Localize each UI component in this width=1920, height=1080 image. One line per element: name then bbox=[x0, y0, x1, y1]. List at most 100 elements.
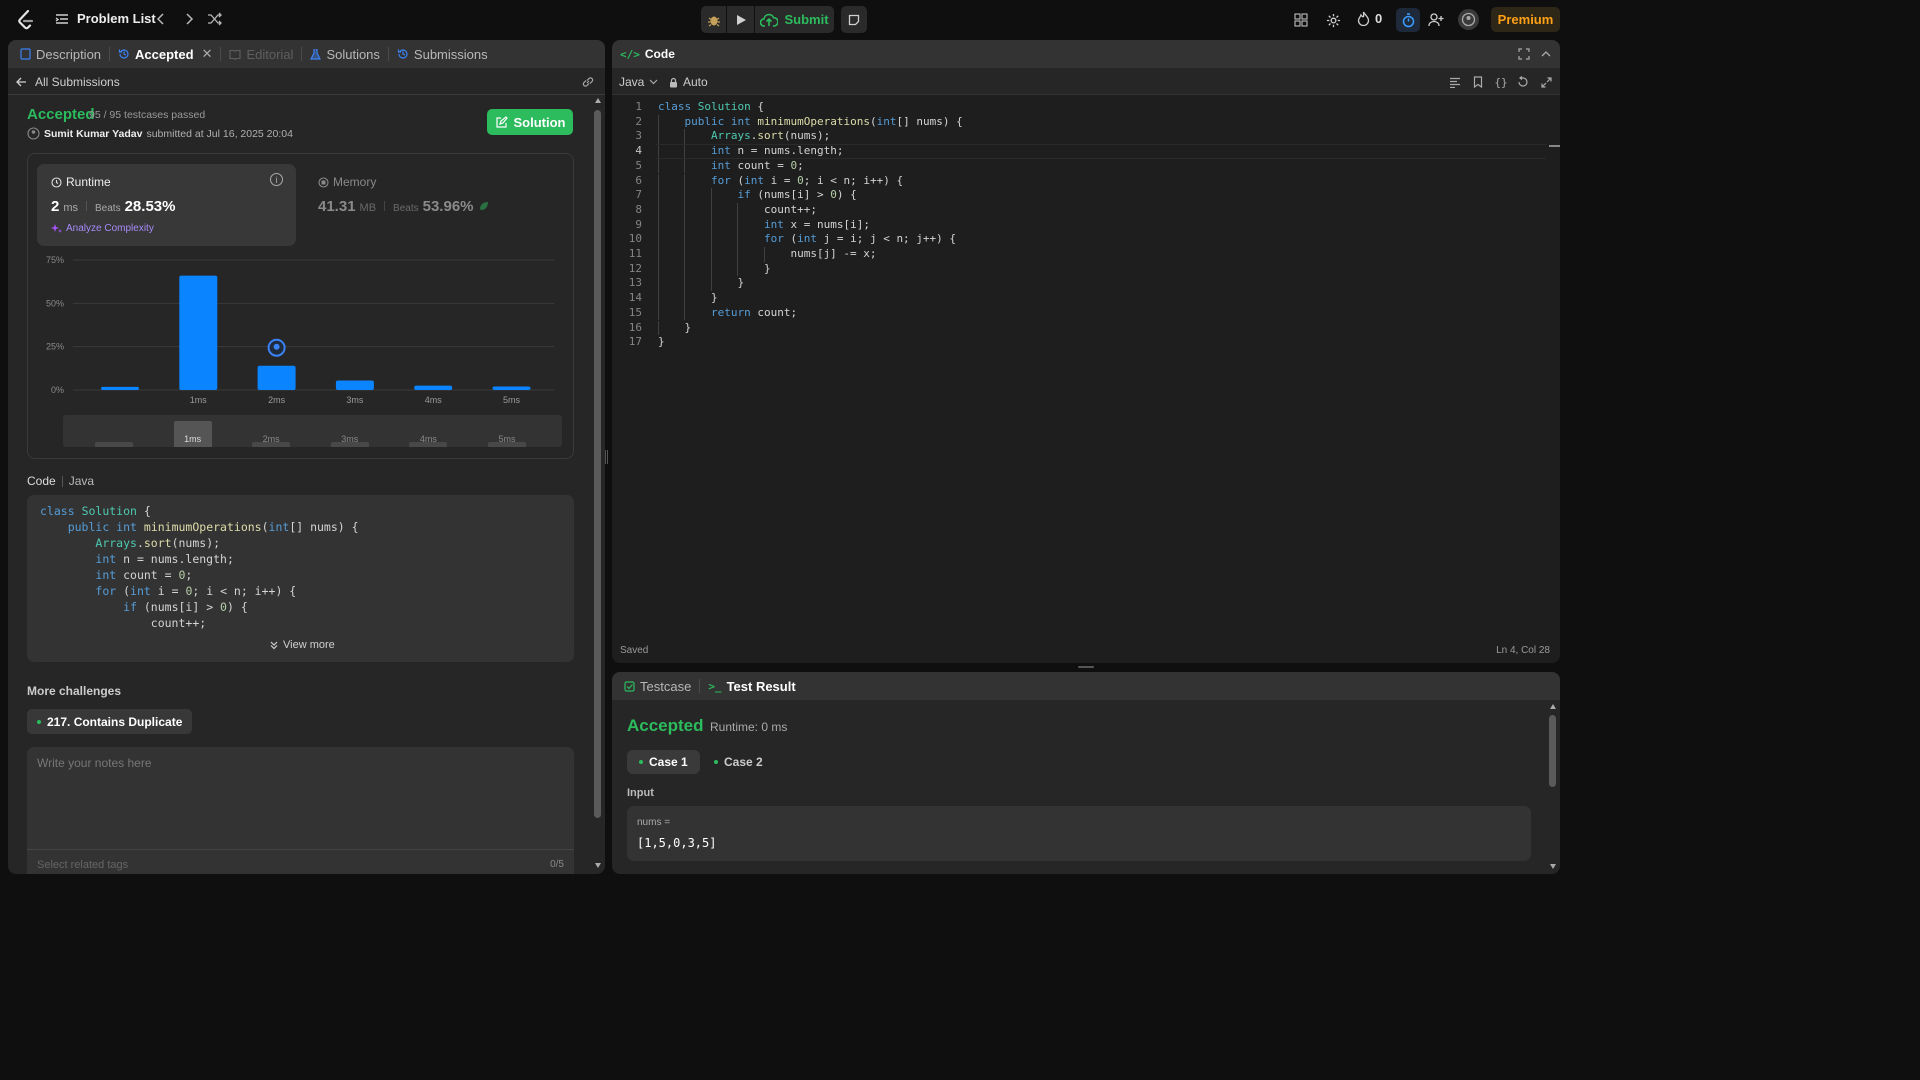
indent-guide bbox=[710, 217, 712, 233]
indent-guide bbox=[710, 276, 712, 292]
indent-guide bbox=[658, 247, 659, 262]
code-line[interactable]: } bbox=[658, 262, 771, 275]
case-tab-1[interactable]: Case 1 bbox=[627, 750, 700, 774]
tab-submissions[interactable]: Submissions bbox=[389, 47, 496, 62]
info-icon[interactable]: i bbox=[270, 173, 283, 186]
tab-accepted[interactable]: Accepted ✕ bbox=[110, 46, 220, 62]
runtime-card[interactable]: Runtime i 2 ms Beats 28.53% Analyze Comp… bbox=[37, 164, 296, 246]
expand-icon[interactable] bbox=[1539, 75, 1553, 89]
tags-select[interactable]: Select related tags bbox=[37, 859, 128, 871]
memory-stats: 41.31 MB Beats 53.96% bbox=[318, 198, 489, 215]
settings-gear-icon[interactable] bbox=[1324, 11, 1342, 29]
notes-button[interactable] bbox=[841, 6, 867, 33]
code-line[interactable]: int n = nums.length; bbox=[658, 144, 843, 157]
code-line[interactable]: public int minimumOperations(int[] nums)… bbox=[658, 115, 963, 128]
share-link-icon[interactable] bbox=[580, 74, 596, 90]
timer-button[interactable] bbox=[1396, 8, 1420, 32]
leetcode-logo-icon[interactable] bbox=[16, 10, 36, 30]
tab-testcase[interactable]: Testcase bbox=[616, 679, 699, 694]
chart-bar[interactable] bbox=[335, 380, 374, 390]
panel-resize-handle[interactable] bbox=[605, 450, 608, 464]
scrollbar-thumb[interactable] bbox=[594, 110, 601, 818]
chart-navigator[interactable]: 1ms 2ms 3ms 4ms 5ms bbox=[63, 415, 562, 447]
runtime-beats-label: Beats bbox=[95, 203, 121, 214]
notes-box[interactable]: Write your notes here Select related tag… bbox=[27, 747, 574, 874]
problem-list-button[interactable]: Problem List bbox=[55, 11, 156, 26]
memory-card[interactable]: Memory 41.31 MB Beats 53.96% bbox=[308, 164, 567, 246]
code-line[interactable]: nums[j] -= x; bbox=[658, 247, 876, 260]
tab-solutions[interactable]: Solutions bbox=[302, 47, 387, 62]
code-line[interactable]: int x = nums[i]; bbox=[658, 218, 870, 231]
code-line[interactable]: if (nums[i] > 0) { bbox=[658, 188, 856, 201]
scroll-up-arrow[interactable] bbox=[595, 98, 601, 103]
code-area[interactable]: 1 class Solution {2 public int minimumOpe… bbox=[612, 100, 1552, 640]
result-scrollbar[interactable] bbox=[1549, 704, 1557, 869]
tab-test-result[interactable]: >_ Test Result bbox=[700, 679, 803, 694]
chevron-right-icon[interactable] bbox=[181, 11, 197, 27]
chevron-left-icon[interactable] bbox=[153, 11, 169, 27]
your-submission-marker[interactable] bbox=[267, 338, 286, 357]
test-tab-bar: Testcase >_ Test Result bbox=[612, 672, 1560, 700]
case-tab-1-label: Case 1 bbox=[649, 755, 688, 769]
code-line[interactable]: for (int i = 0; i < n; i++) { bbox=[658, 174, 903, 187]
code-line[interactable]: return count; bbox=[658, 306, 797, 319]
challenge-chip[interactable]: 217. Contains Duplicate bbox=[27, 709, 193, 734]
all-submissions-link[interactable]: All Submissions bbox=[16, 75, 120, 89]
add-friend-icon[interactable] bbox=[1426, 11, 1446, 29]
left-tab-bar: Description Accepted ✕ Editorial Solutio… bbox=[8, 40, 605, 68]
runtime-unit: ms bbox=[63, 202, 79, 214]
bookmark-icon[interactable] bbox=[1471, 75, 1485, 89]
braces-icon[interactable]: {} bbox=[1494, 75, 1508, 89]
format-lines-icon[interactable] bbox=[1448, 75, 1462, 89]
reset-icon[interactable] bbox=[1516, 75, 1530, 89]
chart-bar[interactable] bbox=[101, 386, 139, 390]
avatar[interactable] bbox=[1458, 9, 1479, 30]
collapse-icon[interactable] bbox=[1539, 47, 1553, 61]
chart-bar[interactable] bbox=[414, 385, 453, 390]
indent-guide bbox=[684, 305, 686, 321]
code-line[interactable]: } bbox=[658, 276, 744, 289]
scroll-down-arrow[interactable] bbox=[1550, 864, 1556, 869]
editor-toolbar: Java Auto {} bbox=[612, 68, 1560, 95]
tab-editorial[interactable]: Editorial bbox=[221, 47, 301, 62]
shuffle-icon[interactable] bbox=[206, 11, 224, 27]
code-line[interactable]: for (int j = i; j < n; j++) { bbox=[658, 232, 956, 245]
flask-icon bbox=[310, 49, 322, 60]
layout-grid-icon[interactable] bbox=[1292, 11, 1310, 29]
scroll-up-arrow[interactable] bbox=[1550, 704, 1556, 709]
premium-button[interactable]: Premium bbox=[1491, 7, 1560, 32]
analyze-complexity-link[interactable]: Analyze Complexity bbox=[51, 223, 154, 234]
line-number: 5 bbox=[635, 158, 642, 172]
auto-mode-toggle[interactable]: Auto bbox=[669, 75, 708, 89]
case-tab-2[interactable]: Case 2 bbox=[704, 750, 773, 774]
code-line[interactable]: } bbox=[658, 291, 718, 304]
submit-button[interactable]: Submit bbox=[755, 6, 834, 33]
y-tick-label: 50% bbox=[46, 298, 64, 308]
indent-guide bbox=[684, 261, 686, 277]
maximize-icon[interactable] bbox=[1517, 47, 1531, 61]
streak-counter[interactable]: 0 bbox=[1357, 11, 1382, 26]
submitter-name[interactable]: Sumit Kumar Yadav bbox=[44, 128, 142, 140]
code-line[interactable]: class Solution { bbox=[658, 100, 764, 113]
line-number: 13 bbox=[628, 276, 642, 290]
indent-guide bbox=[684, 276, 686, 292]
avatar-icon bbox=[1461, 12, 1476, 27]
solution-button[interactable]: Solution bbox=[487, 109, 573, 135]
code-line[interactable]: } bbox=[658, 335, 665, 348]
view-more-button[interactable]: View more bbox=[269, 639, 335, 651]
scroll-down-arrow[interactable] bbox=[595, 863, 601, 868]
tab-description[interactable]: Description bbox=[12, 47, 109, 62]
runtime-distribution-chart[interactable]: 75% 50% 25% 0% 1ms 2ms 3ms 4ms 5ms bbox=[28, 250, 568, 410]
close-tab-icon[interactable]: ✕ bbox=[202, 46, 213, 62]
chart-bar[interactable] bbox=[257, 365, 296, 390]
language-select[interactable]: Java bbox=[619, 75, 658, 89]
chart-bar[interactable] bbox=[179, 275, 218, 390]
code-line[interactable]: } bbox=[658, 321, 691, 334]
vertical-resize-handle[interactable] bbox=[1078, 666, 1094, 668]
scrollbar-thumb[interactable] bbox=[1549, 715, 1556, 787]
left-scrollbar[interactable] bbox=[594, 98, 602, 868]
debug-button[interactable] bbox=[701, 6, 726, 33]
run-button[interactable] bbox=[727, 6, 754, 33]
code-line[interactable]: int count = 0; bbox=[658, 159, 804, 172]
chart-bar[interactable] bbox=[492, 386, 531, 390]
